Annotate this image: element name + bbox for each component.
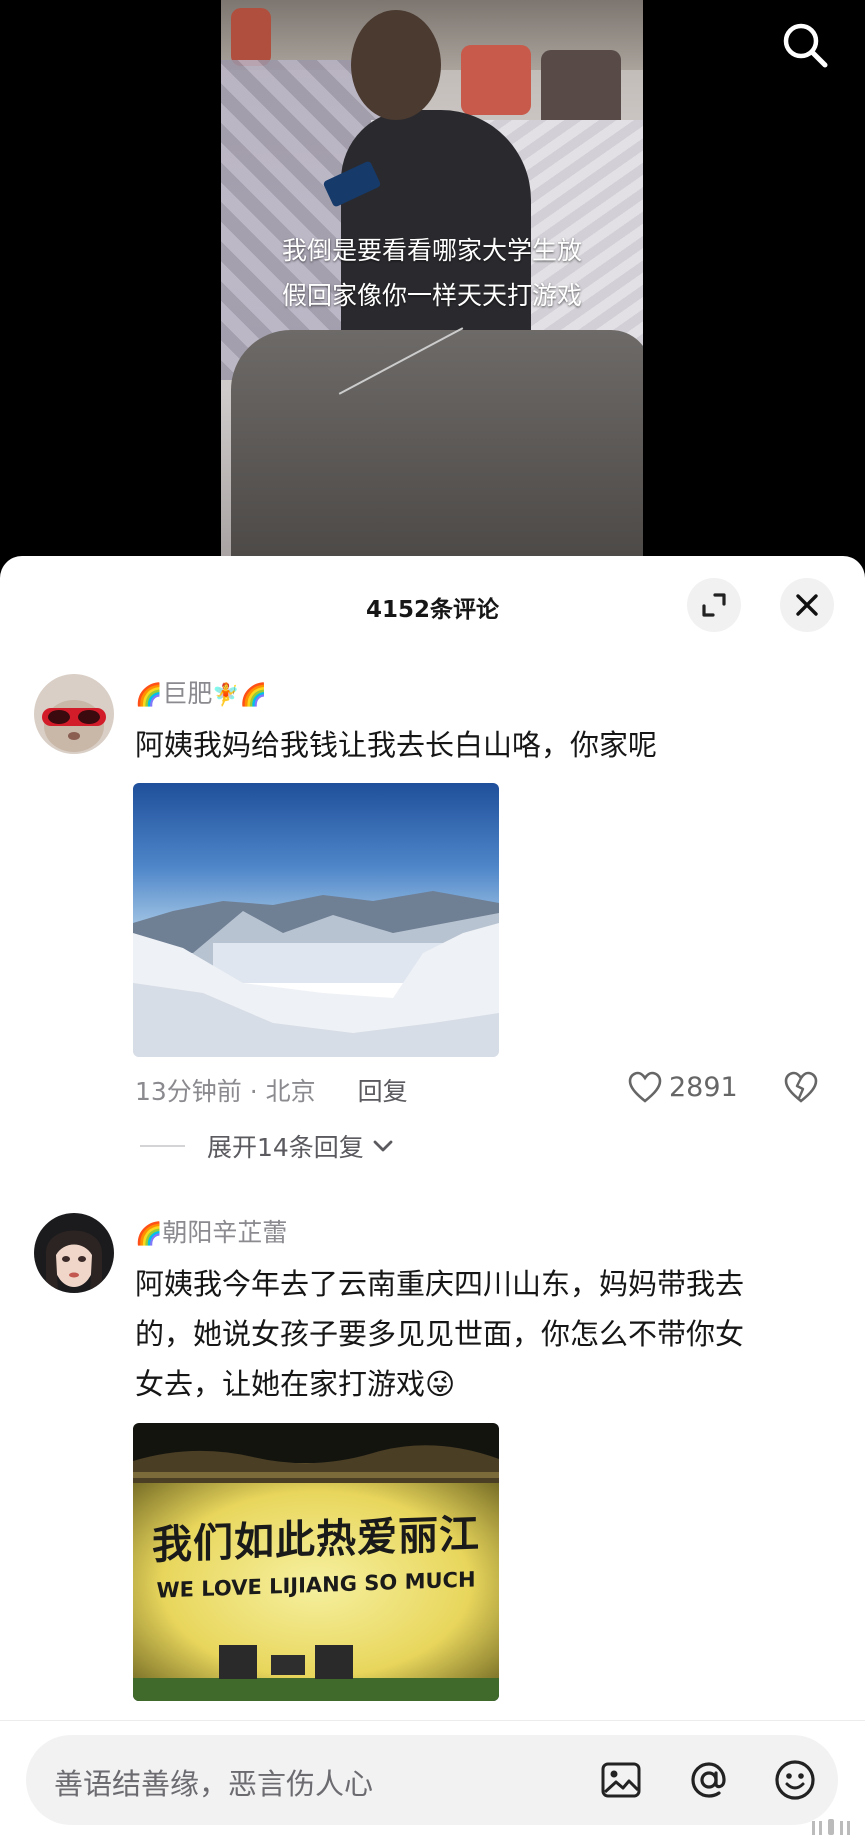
separator: · (249, 1077, 266, 1106)
expand-icon (702, 593, 726, 617)
expand-replies-label: 展开14条回复 (207, 1133, 364, 1162)
video-caption: 我倒是要看看哪家大学生放 假回家像你一样天天打游戏 (221, 228, 643, 318)
divider-line (140, 1145, 185, 1147)
comment-username[interactable]: 🌈巨肥🧚🌈 (135, 674, 267, 710)
video-pillow (541, 50, 621, 130)
image-icon[interactable] (598, 1757, 644, 1803)
comment-meta: 13分钟前 · 北京 回复 (135, 1072, 408, 1108)
avatar[interactable] (34, 674, 114, 754)
comment-image[interactable] (133, 783, 499, 1057)
reply-button[interactable]: 回复 (358, 1077, 408, 1106)
silly-face-emoji: 😜 (425, 1367, 456, 1401)
video-caption-line: 假回家像你一样天天打游戏 (281, 281, 582, 310)
emoji-icon[interactable] (772, 1757, 818, 1803)
username-text: 朝阳辛芷蕾 (162, 1218, 288, 1247)
close-icon (796, 594, 818, 616)
username-text: 巨肥 (162, 679, 213, 708)
heart-icon (628, 1071, 662, 1103)
video-caption-line: 我倒是要看看哪家大学生放 (281, 236, 582, 265)
comments-sheet: 4152条评论 🌈巨肥🧚🌈 阿姨我妈给我钱让我去长白山咯，你家呢 13分钟前 ·… (0, 556, 865, 1842)
avatar[interactable] (34, 1213, 114, 1293)
comment-text-segment: 女去，让她在家打游戏 (135, 1367, 426, 1401)
comment-text-line: 阿姨我今年去了云南重庆四川山东，妈妈带我去 (135, 1267, 745, 1301)
comment-input-placeholder[interactable]: 善语结善缘，恶言伤人心 (54, 1761, 373, 1803)
expand-replies-button[interactable]: 展开14条回复 (140, 1128, 396, 1164)
comment-image[interactable]: 我们如此热爱丽江 WE LOVE LIJIANG SO MUCH (133, 1423, 499, 1701)
video-player[interactable]: 我倒是要看看哪家大学生放 假回家像你一样天天打游戏 (0, 0, 865, 560)
like-count: 2891 (669, 1071, 738, 1103)
video-person-head (351, 10, 441, 120)
comment-text-line: 的，她说女孩子要多见见世面，你怎么不带你女 (135, 1317, 745, 1351)
comment-time: 13分钟前 (135, 1077, 242, 1106)
comment-input-bar: 善语结善缘，恶言伤人心 (0, 1720, 865, 1843)
comment-location: 北京 (265, 1077, 316, 1106)
close-button[interactable] (780, 578, 834, 632)
comment-text: 阿姨我今年去了云南重庆四川山东，妈妈带我去 的，她说女孩子要多见见世面，你怎么不… (135, 1259, 835, 1409)
chevron-down-icon (373, 1140, 393, 1152)
comments-header: 4152条评论 (0, 556, 865, 652)
fairy-rainbow-emoji: 🧚🌈 (212, 683, 268, 708)
rainbow-emoji: 🌈 (135, 1222, 163, 1247)
video-pillow (231, 8, 271, 66)
like-button[interactable]: 2891 (627, 1070, 738, 1104)
search-icon[interactable] (778, 18, 832, 72)
video-sofa-arm (231, 330, 643, 556)
mention-icon[interactable] (686, 1757, 732, 1803)
video-pillow (461, 45, 531, 115)
comment-username[interactable]: 🌈朝阳辛芷蕾 (135, 1213, 287, 1249)
comment-text: 阿姨我妈给我钱让我去长白山咯，你家呢 (135, 728, 658, 762)
comment-text-line: 女去，让她在家打游戏😜 (135, 1359, 835, 1409)
comment-input[interactable]: 善语结善缘，恶言伤人心 (26, 1735, 838, 1825)
watermark-logo (810, 1817, 860, 1837)
dislike-button[interactable] (783, 1070, 819, 1108)
expand-button[interactable] (687, 578, 741, 632)
rainbow-emoji: 🌈 (135, 683, 163, 708)
broken-heart-icon (784, 1071, 818, 1103)
